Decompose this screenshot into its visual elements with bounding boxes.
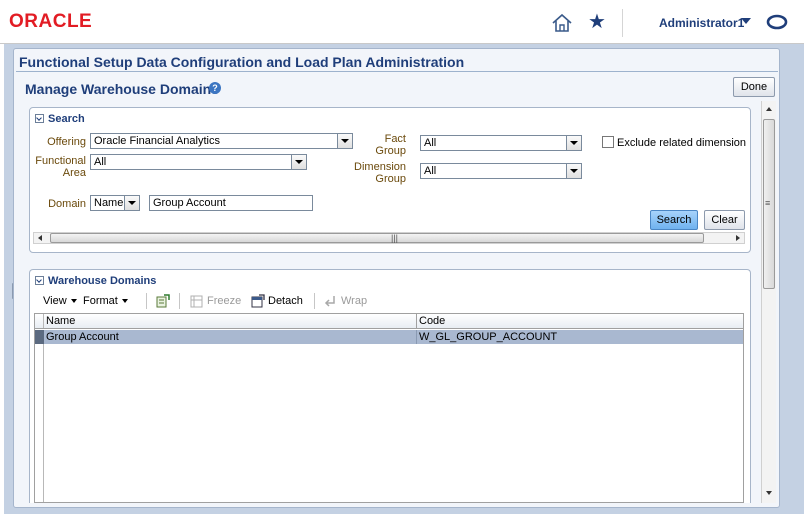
toolbar-divider [146,293,147,309]
fact-group-label-1: Fact [384,133,406,145]
dimension-group-select[interactable]: All [420,163,582,179]
dimension-group-label-2: Group [375,173,406,185]
export-icon[interactable] [155,293,171,309]
warehouse-domains-table[interactable]: Name Code Group Account W_GL_GROUP_ACCOU… [34,313,744,503]
search-header[interactable]: Search [35,113,85,126]
scroll-grip-icon: ≡ [765,198,771,208]
warehouse-domains-header[interactable]: Warehouse Domains [35,275,156,288]
detach-icon[interactable] [251,294,265,308]
detach-button[interactable]: Detach [268,294,303,308]
row-selector-column [35,344,44,502]
dimension-group-value: All [424,165,437,177]
column-divider[interactable] [416,314,417,329]
row-selector-header [35,314,44,328]
row-selector[interactable] [35,330,44,344]
functional-area-select[interactable]: All [90,154,307,170]
title-divider [16,71,778,72]
disclosure-icon[interactable] [35,114,44,123]
table-header: Name Code [35,314,743,329]
format-menu[interactable]: Format [83,294,128,308]
warehouse-domains-heading: Warehouse Domains [48,275,157,287]
exclude-related-label: Exclude related dimension gro [617,137,747,149]
chevron-down-icon[interactable] [124,196,139,210]
scroll-left-icon[interactable] [38,235,42,241]
page-vertical-scrollbar[interactable]: ≡ [761,101,776,503]
user-menu[interactable]: Administrator1 [659,16,744,30]
exclude-related-checkbox[interactable] [602,136,614,148]
done-button[interactable]: Done [733,77,775,97]
search-horizontal-scrollbar[interactable]: ||| [33,232,745,244]
freeze-button: Freeze [207,295,242,307]
header-divider [622,9,623,37]
offering-value: Oracle Financial Analytics [94,135,220,147]
functional-area-value: All [94,156,107,168]
fact-group-select[interactable]: All [420,135,582,151]
chevron-down-icon[interactable] [291,155,306,169]
global-header: ORACLE ★ Administrator1 [0,0,804,44]
scrollbar-thumb[interactable]: ||| [50,233,704,243]
toolbar-divider [314,293,315,309]
user-caret-icon[interactable] [741,18,751,24]
clear-button[interactable]: Clear [704,210,745,230]
view-menu[interactable]: View [43,294,77,308]
wrap-button: Wrap [341,295,368,307]
table-toolbar: View Format Freeze Detach Wrap [33,290,745,312]
column-header-name[interactable]: Name [46,315,75,328]
domain-type-select[interactable]: Name [90,195,140,211]
dimension-group-label-1: Dimension [354,161,406,173]
cell-code: W_GL_GROUP_ACCOUNT [419,331,558,343]
help-icon[interactable]: ? [209,82,221,94]
fact-group-label-2: Group [375,145,406,157]
domain-label: Domain [48,198,86,210]
scroll-grip-icon: ||| [391,233,399,243]
wrap-icon [324,296,335,307]
app-title: Functional Setup Data Configuration and … [19,54,465,70]
domain-input[interactable]: Group Account [149,195,313,211]
search-button[interactable]: Search [650,210,698,230]
disclosure-icon[interactable] [35,276,44,285]
format-label: Format [83,295,118,307]
fact-group-value: All [424,137,437,149]
table-row[interactable]: Group Account W_GL_GROUP_ACCOUNT [35,330,743,344]
search-heading: Search [48,113,85,125]
home-icon[interactable] [551,13,573,33]
scroll-right-icon[interactable] [736,235,740,241]
freeze-icon [190,295,203,308]
favorites-star-icon[interactable]: ★ [588,12,606,32]
cell-name: Group Account [46,331,119,343]
page-title: Manage Warehouse Domains [25,81,219,97]
oracle-logo: ORACLE [9,11,93,32]
scroll-up-icon[interactable] [766,107,772,111]
chevron-down-icon[interactable] [566,164,581,178]
domain-type-value: Name [94,197,124,209]
functional-area-label-2: Area [62,167,86,179]
chevron-down-icon [121,299,128,304]
scroll-down-icon[interactable] [766,491,772,495]
cell-divider [416,330,417,344]
column-header-code[interactable]: Code [419,315,445,328]
toolbar-divider [179,293,180,309]
offering-label: Offering [47,136,86,148]
functional-area-label-1: Functional [35,155,86,167]
offering-select[interactable]: Oracle Financial Analytics [90,133,353,149]
chevron-down-icon[interactable] [566,136,581,150]
view-label: View [43,295,67,307]
chevron-down-icon [70,299,77,304]
oracle-o-icon[interactable] [766,14,788,30]
